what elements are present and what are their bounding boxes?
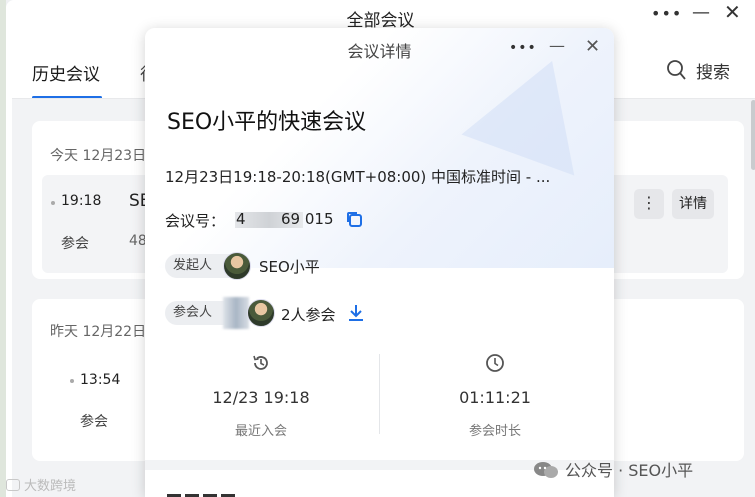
- clock-icon: [486, 354, 504, 372]
- minimize-icon[interactable]: —: [692, 2, 710, 23]
- scrollbar[interactable]: [751, 100, 755, 170]
- meeting-detail-dialog: 会议详情 ••• — ✕ SEO小平的快速会议 12月23日19:18-20:1…: [145, 28, 614, 497]
- tab-history[interactable]: 历史会议: [32, 60, 100, 85]
- group-date: 昨天 12月22日: [50, 324, 147, 340]
- group-date: 今天 12月23日: [50, 148, 147, 164]
- watermark-logo: 大数跨境: [6, 475, 76, 494]
- attendee-avatar: [247, 299, 275, 327]
- meeting-title: SEO小平的快速会议: [167, 110, 367, 135]
- search-icon[interactable]: [666, 59, 686, 81]
- minimize-icon[interactable]: —: [549, 36, 565, 55]
- last-join-label: 最近入会: [234, 424, 287, 439]
- more-icon[interactable]: •••: [651, 4, 682, 23]
- copy-icon[interactable]: [345, 210, 363, 228]
- host-avatar: [223, 252, 251, 280]
- cutoff-section-heading: [167, 494, 235, 497]
- watermark-left-text: 大数跨境: [24, 479, 77, 494]
- host-name: SEO小平: [259, 258, 320, 276]
- dialog-title: 会议详情: [347, 42, 412, 61]
- meeting-id-prefix: 4: [236, 210, 246, 228]
- more-icon[interactable]: •••: [509, 40, 537, 56]
- row-more-button[interactable]: ⋮: [634, 189, 664, 219]
- meeting-time: 19:18: [61, 193, 102, 209]
- meeting-id-value: 69 015: [281, 210, 334, 228]
- watermark-wechat: 公众号 · SEO小平: [533, 457, 693, 481]
- last-join-value: 12/23 19:18: [212, 388, 310, 407]
- close-icon[interactable]: ✕: [724, 0, 741, 24]
- logo-icon: [6, 479, 20, 491]
- close-icon[interactable]: ✕: [585, 36, 600, 57]
- attendees-label: 参会人: [173, 305, 213, 320]
- redacted-avatar: [223, 297, 249, 329]
- meeting-time: 12月23日19:18-20:18(GMT+08:00) 中国标准时间 - ..…: [165, 168, 551, 186]
- search-label[interactable]: 搜索: [696, 58, 730, 83]
- meeting-id-label: 会议号：: [165, 212, 226, 230]
- wechat-icon: [534, 462, 558, 478]
- meeting-time: 13:54: [80, 372, 121, 388]
- duration-value: 01:11:21: [459, 388, 531, 407]
- row-detail-button[interactable]: 详情: [672, 189, 714, 219]
- download-icon[interactable]: [347, 304, 365, 322]
- row-dot: [51, 201, 55, 205]
- history-icon: [253, 355, 268, 370]
- attend-label: 参会: [80, 414, 108, 430]
- host-label: 发起人: [173, 258, 213, 273]
- duration-label: 参会时长: [468, 424, 521, 439]
- stats-divider: [379, 354, 380, 434]
- row-dot: [70, 379, 74, 383]
- attend-label: 参会: [61, 236, 89, 252]
- watermark-text: 公众号 · SEO小平: [565, 461, 694, 480]
- attendees-count[interactable]: 2人参会: [281, 304, 336, 325]
